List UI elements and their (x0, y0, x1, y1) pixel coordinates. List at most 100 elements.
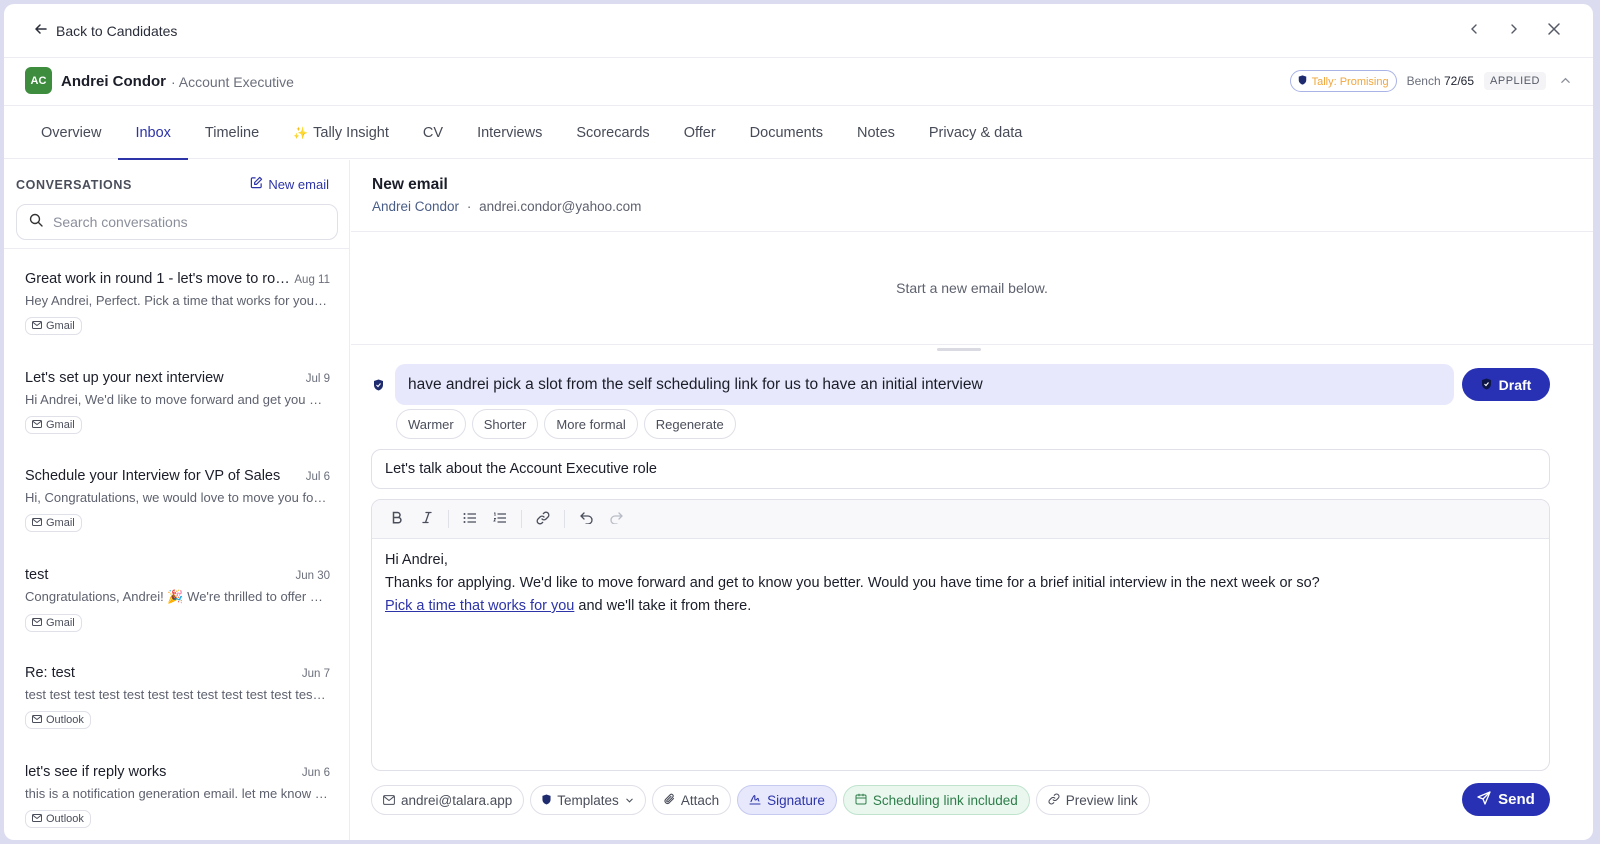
draft-label: Draft (1498, 376, 1532, 393)
signature-toggle[interactable]: Signature (737, 785, 837, 815)
divider (351, 344, 1593, 345)
mail-icon (32, 813, 42, 825)
provider-label: Gmail (46, 616, 75, 629)
provider-label: Outlook (46, 714, 84, 726)
body-closing-text: and we'll take it from there. (574, 598, 752, 614)
body-paragraph: Thanks for applying. We'd like to move f… (385, 575, 1320, 591)
send-button[interactable]: Send (1462, 783, 1550, 816)
email-body[interactable]: Hi Andrei, Thanks for applying. We'd lik… (372, 539, 1549, 628)
bench-score: Bench 72/65 (1407, 74, 1474, 88)
conversation-item[interactable]: Great work in round 1 - let's move to ro… (4, 249, 349, 348)
numbered-list-button[interactable] (485, 505, 515, 533)
body-greeting: Hi Andrei, (385, 552, 448, 568)
bench-value: 72/65 (1444, 74, 1475, 88)
tally-badge[interactable]: Tally: Promising (1289, 70, 1397, 92)
avatar: AC (25, 67, 52, 94)
conversation-subject: test (25, 566, 49, 583)
close-icon (1547, 22, 1561, 41)
ai-prompt-input[interactable] (395, 364, 1454, 405)
tally-label: Tally: Promising (1311, 75, 1389, 88)
provider-badge: Gmail (25, 415, 82, 434)
tab-interviews[interactable]: Interviews (460, 106, 559, 159)
rewrite-chips: Warmer Shorter More formal Regenerate (396, 409, 736, 439)
tab-inbox[interactable]: Inbox (118, 106, 189, 160)
from-address-label: andrei@talara.app (401, 792, 513, 808)
new-email-button[interactable]: New email (250, 176, 329, 192)
draft-button[interactable]: Draft (1462, 368, 1550, 401)
templates-button[interactable]: Templates (530, 785, 646, 815)
recipient-line: Andrei Condor · andrei.condor@yahoo.com (372, 199, 1593, 214)
collapse-header-button[interactable] (1556, 73, 1571, 89)
chevron-left-icon (1468, 22, 1480, 40)
chevron-up-icon (1560, 73, 1571, 89)
toolbar-separator (521, 510, 522, 528)
conversation-date: Jul 9 (305, 372, 330, 385)
provider-badge: Gmail (25, 317, 82, 335)
status-badge: APPLIED (1484, 72, 1546, 90)
tab-overview[interactable]: Overview (24, 106, 118, 159)
conversation-item[interactable]: Schedule your Interview for VP of Sales … (4, 446, 349, 545)
provider-badge: Gmail (25, 514, 82, 532)
mail-icon (32, 517, 42, 529)
bullet-list-icon (463, 511, 477, 527)
toolbar-separator (448, 510, 449, 528)
conversation-subject: Schedule your Interview for VP of Sales (25, 468, 281, 484)
tab-documents[interactable]: Documents (733, 106, 840, 159)
conversation-item[interactable]: test Jun 30 Congratulations, Andrei! 🎉 W… (4, 545, 349, 644)
link-button[interactable] (528, 505, 558, 533)
tab-tally-insight[interactable]: ✨ Tally Insight (276, 106, 406, 159)
tab-scorecards[interactable]: Scorecards (559, 106, 666, 159)
numbered-list-icon (493, 511, 507, 527)
undo-button[interactable] (571, 505, 601, 533)
regenerate-chip[interactable]: Regenerate (643, 409, 736, 439)
tab-cv[interactable]: CV (406, 106, 460, 159)
warmer-chip[interactable]: Warmer (396, 409, 466, 439)
attach-label: Attach (680, 792, 720, 808)
shorter-chip[interactable]: Shorter (471, 409, 539, 439)
more-formal-chip[interactable]: More formal (544, 409, 638, 439)
subject-field[interactable]: Let's talk about the Account Executive r… (371, 449, 1550, 489)
redo-button[interactable] (601, 505, 631, 533)
conversation-subject: Great work in round 1 - let's move to ro… (25, 271, 290, 287)
tab-offer[interactable]: Offer (667, 106, 733, 159)
next-candidate-button[interactable] (1501, 18, 1527, 44)
from-address-button[interactable]: andrei@talara.app (371, 785, 525, 815)
preview-link-button[interactable]: Preview link (1035, 785, 1150, 815)
back-to-candidates-link[interactable]: Back to Candidates (34, 22, 177, 39)
conversations-sidebar: CONVERSATIONS New email Great work in ro… (4, 160, 350, 840)
italic-button[interactable] (412, 505, 442, 533)
provider-badge: Outlook (25, 711, 91, 729)
search-input[interactable] (53, 214, 323, 230)
new-email-label: New email (268, 176, 329, 192)
attach-button[interactable]: Attach (651, 785, 732, 815)
bold-icon (391, 511, 403, 527)
chevron-right-icon (1508, 22, 1520, 40)
conversation-snippet: Hi Andrei, We'd like to move forward and… (25, 391, 328, 407)
tab-timeline[interactable]: Timeline (188, 106, 276, 159)
bullet-list-button[interactable] (455, 505, 485, 533)
conversation-snippet: Hey Andrei, Perfect. Pick a time that wo… (25, 293, 328, 308)
scheduling-link-toggle[interactable]: Scheduling link included (842, 785, 1030, 815)
conversation-item[interactable]: Let's set up your next interview Jul 9 H… (4, 348, 349, 447)
conversation-item[interactable]: let's see if reply works Jun 6 this is a… (4, 742, 349, 841)
compose-footer: andrei@talara.app Templates Attach Signa… (371, 783, 1550, 816)
tab-notes[interactable]: Notes (840, 106, 912, 159)
scheduling-link[interactable]: Pick a time that works for you (385, 598, 574, 614)
resize-handle[interactable] (937, 348, 981, 351)
close-panel-button[interactable] (1541, 18, 1567, 44)
previous-candidate-button[interactable] (1461, 18, 1487, 44)
italic-icon (421, 511, 433, 527)
bold-button[interactable] (382, 505, 412, 533)
tab-privacy-data[interactable]: Privacy & data (912, 106, 1040, 159)
arrow-left-icon (34, 22, 48, 39)
templates-label: Templates (557, 792, 619, 808)
conversation-date: Jun 6 (301, 766, 330, 779)
recipient-separator: · (466, 199, 472, 214)
mail-icon (32, 419, 42, 431)
ai-shield-icon (373, 378, 384, 396)
conversation-item[interactable]: Re: test Jun 7 test test test test test … (4, 643, 349, 742)
conversation-snippet: this is a notification generation email.… (25, 785, 328, 801)
recipient-email: andrei.condor@yahoo.com (479, 199, 642, 214)
empty-thread-message: Start a new email below. (896, 280, 1048, 296)
conversation-subject: Re: test (25, 665, 75, 681)
